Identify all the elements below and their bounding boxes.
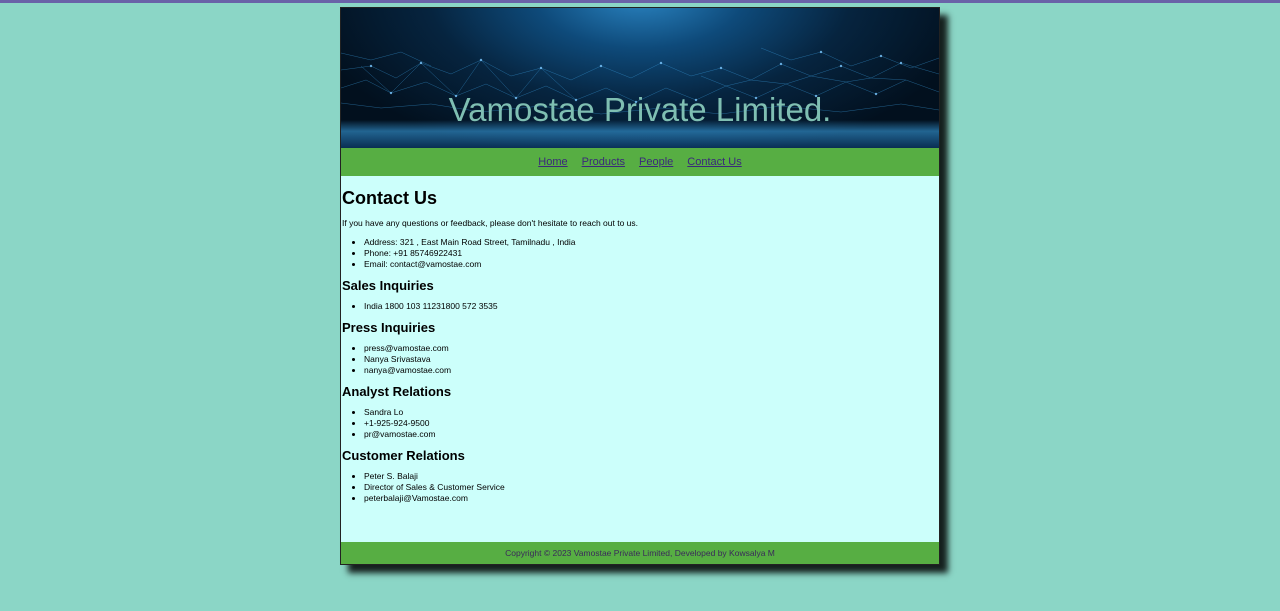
intro-text: If you have any questions or feedback, p… [342, 218, 639, 228]
site-title: Vamostae Private Limited. [448, 91, 832, 128]
nav-link-products[interactable]: Products [582, 156, 625, 168]
contact-details-list: Address: 321 , East Main Road Street, Ta… [342, 237, 938, 270]
press-inquiries-heading: Press Inquiries [342, 320, 436, 335]
main-content: Contact Us If you have any questions or … [341, 176, 939, 542]
list-item: Peter S. Balaji [364, 471, 938, 482]
nav-link-people[interactable]: People [639, 156, 673, 168]
sales-inquiries-heading: Sales Inquiries [342, 278, 434, 293]
copyright-text: Copyright © 2023 Vamostae Private Limite… [505, 548, 775, 558]
page-container: Vamostae Private Limited. Home Products … [340, 7, 940, 565]
address-item: Address: 321 , East Main Road Street, Ta… [364, 237, 938, 248]
customer-relations-heading: Customer Relations [342, 448, 465, 463]
analyst-relations-list: Sandra Lo +1-925-924-9500 pr@vamostae.co… [342, 407, 938, 440]
list-item: India 1800 103 11231800 572 3535 [364, 301, 938, 312]
list-item: Sandra Lo [364, 407, 938, 418]
footer: Copyright © 2023 Vamostae Private Limite… [341, 542, 939, 564]
list-item: pr@vamostae.com [364, 429, 938, 440]
page-heading: Contact Us [342, 188, 438, 208]
analyst-relations-heading: Analyst Relations [342, 384, 452, 399]
list-item: press@vamostae.com [364, 343, 938, 354]
nav-link-contact-us[interactable]: Contact Us [687, 156, 741, 168]
sales-inquiries-list: India 1800 103 11231800 572 3535 [342, 301, 938, 312]
browser-top-strip [0, 0, 1280, 3]
header-banner: Vamostae Private Limited. [341, 8, 939, 148]
list-item: nanya@vamostae.com [364, 365, 938, 376]
press-inquiries-list: press@vamostae.com Nanya Srivastava nany… [342, 343, 938, 376]
list-item: peterbalaji@Vamostae.com [364, 493, 938, 504]
list-item: Nanya Srivastava [364, 354, 938, 365]
navigation-bar: Home Products People Contact Us [341, 148, 939, 176]
list-item: +1-925-924-9500 [364, 418, 938, 429]
phone-item: Phone: +91 85746922431 [364, 248, 938, 259]
customer-relations-list: Peter S. Balaji Director of Sales & Cust… [342, 471, 938, 504]
nav-link-home[interactable]: Home [538, 156, 567, 168]
email-item: Email: contact@vamostae.com [364, 259, 938, 270]
list-item: Director of Sales & Customer Service [364, 482, 938, 493]
